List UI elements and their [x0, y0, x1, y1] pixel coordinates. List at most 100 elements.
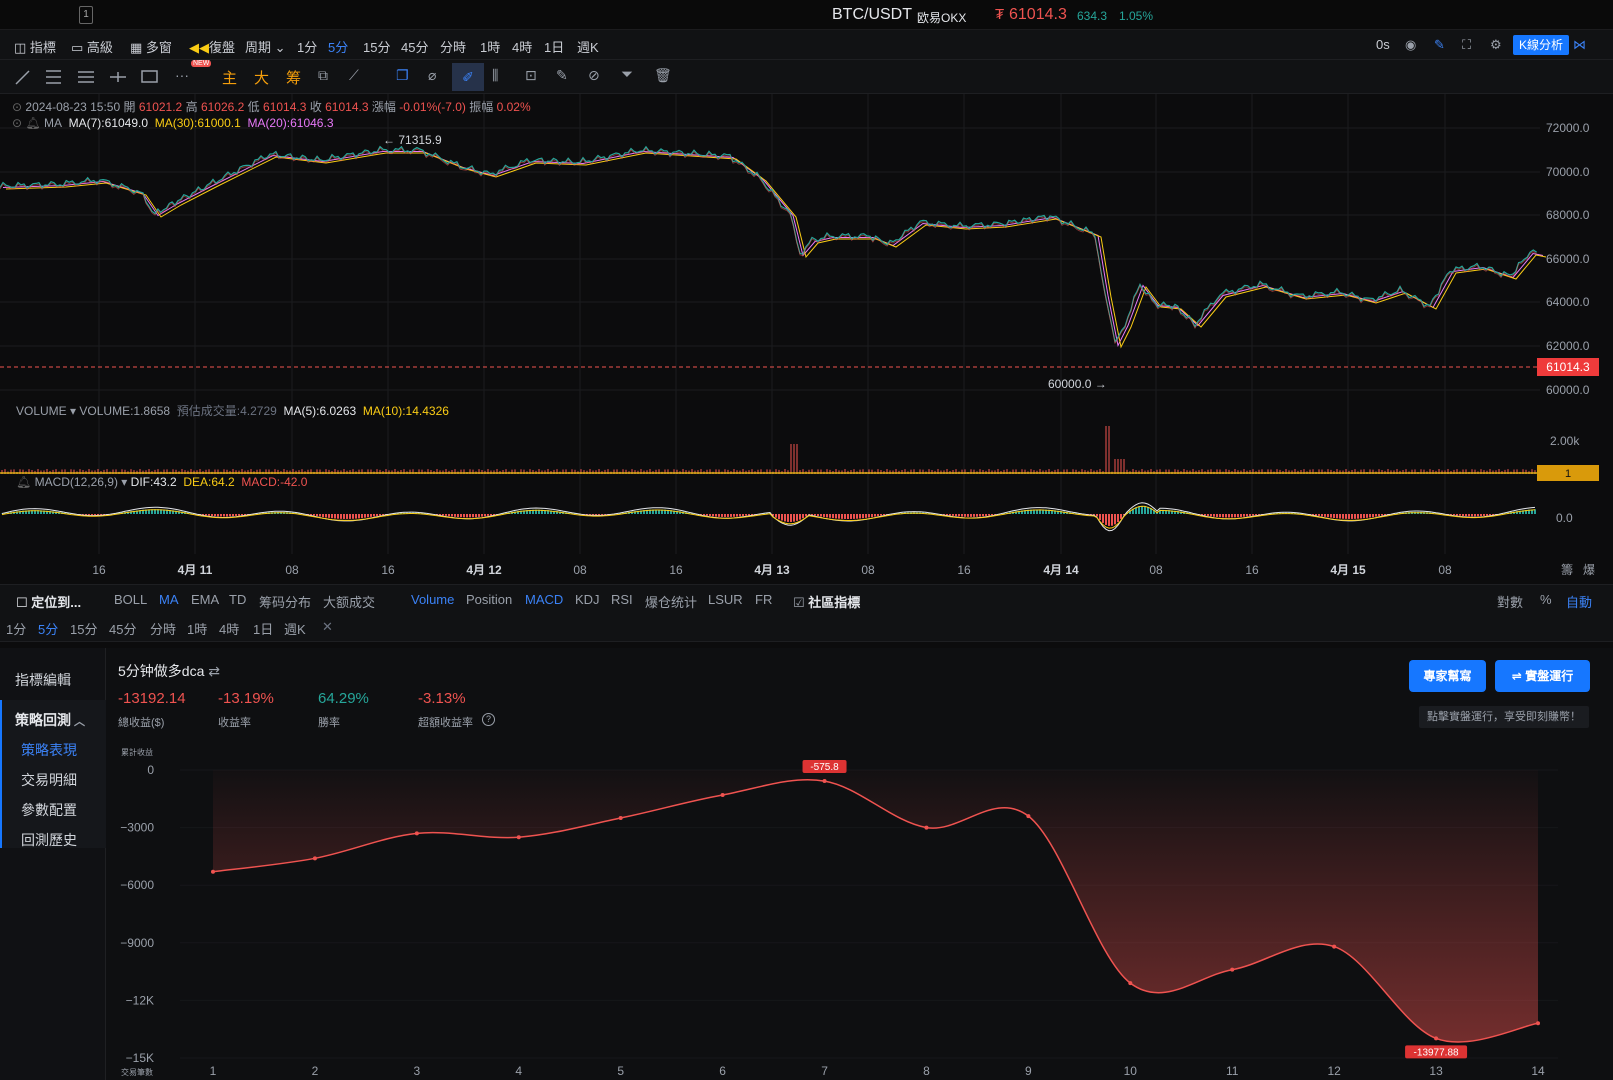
- sub-indicator-5[interactable]: 爆仓统计: [645, 592, 697, 611]
- ma-label[interactable]: MA: [44, 116, 62, 130]
- pencil-icon[interactable]: ✎: [1434, 37, 1445, 53]
- sub-indicator-7[interactable]: FR: [755, 592, 772, 607]
- more-icon[interactable]: ···: [175, 67, 189, 83]
- main-indicator-4[interactable]: 筹码分布: [259, 592, 311, 611]
- timeframe-tab-8[interactable]: 週K: [577, 37, 599, 56]
- main-indicator-5[interactable]: 大额成交: [323, 592, 375, 611]
- close-icon[interactable]: ✕: [322, 619, 333, 635]
- log-scale-toggle[interactable]: 對數: [1497, 592, 1523, 611]
- period-dropdown[interactable]: 周期 ⌄: [245, 37, 286, 56]
- locate-button[interactable]: ☐ 定位到...: [16, 592, 81, 611]
- indicator-edit-tab[interactable]: 指標編輯: [15, 670, 71, 690]
- sub-indicator-1[interactable]: Position: [466, 592, 512, 607]
- kline-analysis-button[interactable]: K線分析: [1513, 35, 1570, 55]
- settings-icon[interactable]: ⚙: [1490, 37, 1502, 53]
- bell-icon[interactable]: 🔔︎: [25, 116, 40, 130]
- timeframe-tab-2[interactable]: 15分: [363, 37, 390, 56]
- sub-indicator-3[interactable]: KDJ: [575, 592, 600, 607]
- trash-icon[interactable]: 🗑: [654, 67, 672, 84]
- timeframe2-tab-7[interactable]: 1日: [253, 619, 273, 638]
- bell-icon[interactable]: 🔔︎: [16, 475, 31, 489]
- main-indicator-1[interactable]: MA: [159, 592, 179, 607]
- big-order-tool[interactable]: 大: [254, 67, 269, 88]
- pnl-point-8: [1026, 814, 1031, 819]
- strategy-backtest-tab[interactable]: 策略回測 ︿: [15, 710, 85, 730]
- timeframe2-tab-2[interactable]: 15分: [70, 619, 97, 638]
- main-force-tool[interactable]: 主: [222, 67, 237, 88]
- swap-icon[interactable]: ⇄: [208, 663, 220, 679]
- timeframe2-tab-1[interactable]: 5分: [38, 619, 58, 638]
- caret-down-icon[interactable]: ▾: [121, 475, 130, 489]
- advanced-button[interactable]: ▭ 高級: [71, 37, 113, 56]
- magnet-icon[interactable]: ⧉: [318, 67, 328, 84]
- parallel-lines-icon: [46, 70, 61, 84]
- window-index-icon[interactable]: 1: [79, 6, 93, 24]
- timeframe-tab-4[interactable]: 分時: [440, 37, 466, 56]
- percent-toggle[interactable]: %: [1540, 592, 1552, 607]
- eraser-icon[interactable]: ⊘: [588, 67, 600, 84]
- kline-chart[interactable]: 72000.0 70000.0 68000.0 66000.0 64000.0 62000…: [0, 94, 1613, 584]
- ma-info-row: ⊙ 🔔︎ MA MA(7):61049.0 MA(30):61000.1 MA(…: [12, 116, 334, 130]
- sidebar-item-0[interactable]: 策略表現: [21, 740, 77, 760]
- timeframe2-tab-3[interactable]: 45分: [109, 619, 136, 638]
- sidebar-item-1[interactable]: 交易明細: [21, 770, 77, 790]
- main-indicator-3[interactable]: TD: [229, 592, 246, 607]
- collapse-icon[interactable]: ⊙: [12, 100, 25, 114]
- timeframe-tab-0[interactable]: 1分: [297, 37, 317, 56]
- help-icon[interactable]: ?: [482, 713, 495, 726]
- sub-indicator-0[interactable]: Volume: [411, 592, 454, 607]
- pnl-chart: 0−3000−6000−9000−12K−15K 1 2 3 4 5 6 7 8 9 10 11 12…: [120, 747, 1558, 1078]
- multi-window-button[interactable]: ▦ 多窗: [130, 37, 172, 56]
- strategy-title[interactable]: 5分钟做多dca ⇄: [118, 661, 220, 681]
- camera-icon[interactable]: ◉: [1405, 37, 1416, 53]
- community-indicators[interactable]: ☑ 社區指標: [793, 592, 860, 611]
- filter-icon[interactable]: ⏷: [621, 66, 633, 83]
- expert-write-button[interactable]: 專家幫寫: [1409, 660, 1486, 692]
- sub-indicator-2[interactable]: MACD: [525, 592, 563, 607]
- volume-label[interactable]: VOLUME: [16, 404, 67, 418]
- main-indicator-2[interactable]: EMA: [191, 592, 219, 607]
- timeframe-tab-1[interactable]: 5分: [328, 37, 348, 56]
- ruler-icon[interactable]: ⌀: [428, 67, 436, 84]
- symbol-title[interactable]: BTC/USDT: [832, 6, 912, 24]
- price-tick-6: 60000.0: [1546, 383, 1590, 397]
- timeframe2-tab-5[interactable]: 1時: [187, 619, 207, 638]
- timeframe2-tab-6[interactable]: 4時: [219, 619, 239, 638]
- note-icon[interactable]: ✎: [556, 67, 568, 84]
- caret-down-icon[interactable]: ▾: [70, 404, 79, 418]
- timeframe-tab-5[interactable]: 1時: [480, 37, 500, 56]
- pnl-point-7: [924, 825, 929, 830]
- share-icon[interactable]: ⋈: [1573, 37, 1586, 53]
- measure-icon[interactable]: ⟋: [349, 67, 359, 84]
- candles-icon[interactable]: ⫼: [492, 67, 498, 84]
- main-indicator-0[interactable]: BOLL: [114, 592, 147, 607]
- chevron-up-icon: ︿: [71, 716, 86, 728]
- timeframe2-tab-0[interactable]: 1分: [6, 619, 26, 638]
- fullscreen-icon[interactable]: ⛶: [1462, 37, 1471, 53]
- auto-toggle[interactable]: 自動: [1566, 592, 1592, 611]
- sub-indicator-6[interactable]: LSUR: [708, 592, 743, 607]
- strategy-name: 5分钟做多dca: [118, 663, 205, 679]
- pnl-point-4: [618, 816, 623, 820]
- sidebar-item-2[interactable]: 參數配置: [21, 800, 77, 820]
- copy-icon[interactable]: ❐: [396, 67, 409, 84]
- timeframe-tab-7[interactable]: 1日: [544, 37, 564, 56]
- timeframe2-tab-4[interactable]: 分時: [150, 619, 176, 638]
- replay-button[interactable]: ◀◀復盤: [189, 37, 235, 56]
- sidebar-item-3[interactable]: 回測歷史: [21, 830, 77, 850]
- sub-indicator-4[interactable]: RSI: [611, 592, 633, 607]
- volume-value: VOLUME:1.8658: [79, 404, 171, 418]
- draw-mode-icon[interactable]: ✐: [452, 63, 484, 91]
- live-run-button[interactable]: ⇌ 實盤運行: [1495, 660, 1590, 692]
- collapse-icon[interactable]: ⊙: [12, 116, 25, 130]
- timeframe-tab-3[interactable]: 45分: [401, 37, 428, 56]
- live-run-label: 實盤運行: [1525, 669, 1574, 683]
- timeframe-tab-6[interactable]: 4時: [512, 37, 532, 56]
- chip-tool[interactable]: 筹: [286, 67, 301, 88]
- lock-icon[interactable]: ⊡: [525, 67, 537, 84]
- candle-datetime: 2024-08-23 15:50: [25, 100, 121, 114]
- indicators-button[interactable]: ◫ 指標: [14, 37, 56, 56]
- macd-label[interactable]: MACD(12,26,9): [35, 475, 118, 489]
- timeframe2-tab-8[interactable]: 週K: [284, 619, 306, 638]
- volume-estimated: 預估成交量:4.2729: [176, 404, 277, 418]
